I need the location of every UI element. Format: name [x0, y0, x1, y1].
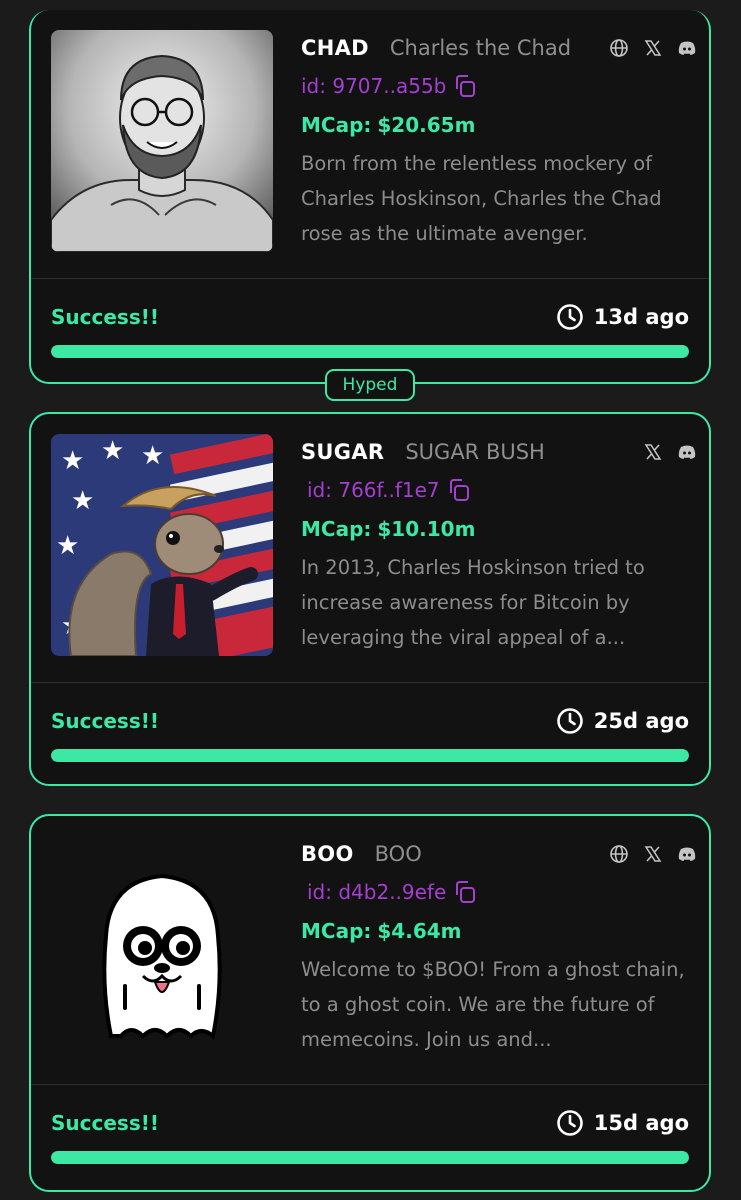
age-text: 13d ago — [593, 305, 689, 329]
token-description: Welcome to $BOO! From a ghost chain, to … — [301, 958, 685, 1051]
status-label: Success!! — [51, 305, 159, 329]
progress-bar — [51, 749, 689, 762]
svg-text:★: ★ — [141, 441, 164, 471]
mcap-value: $20.65m — [377, 113, 476, 137]
progress-fill — [51, 345, 689, 358]
token-ticker: SUGAR — [301, 440, 385, 464]
x-icon[interactable] — [643, 442, 663, 462]
globe-icon[interactable] — [609, 38, 629, 58]
social-links — [609, 38, 697, 58]
card-header: ★ ★ ★ ★ ★ ★ ★ — [31, 414, 709, 683]
token-name: Charles the Chad — [389, 36, 572, 60]
progress-bar — [51, 1151, 689, 1164]
status-label: Success!! — [51, 1111, 159, 1135]
discord-icon[interactable] — [677, 38, 697, 58]
clock-icon — [556, 303, 584, 331]
mcap-label: MCap: — [301, 113, 372, 137]
globe-icon[interactable] — [609, 844, 629, 864]
token-name: SUGAR BUSH — [405, 440, 545, 464]
social-links — [643, 442, 697, 462]
token-id-row: id: d4b2..9efe — [301, 877, 697, 907]
market-cap: MCap: $4.64m — [301, 916, 697, 946]
card-header: CHAD Charles the Chad id: 9707..a55b MCa… — [31, 10, 709, 279]
svg-text:★: ★ — [101, 436, 124, 466]
chad-portrait-image — [51, 30, 273, 252]
boo-ghost-image — [51, 836, 273, 1058]
token-id: id: d4b2..9efe — [307, 880, 447, 904]
x-icon[interactable] — [643, 844, 663, 864]
token-age: 13d ago — [556, 303, 689, 331]
token-feed: CHAD Charles the Chad id: 9707..a55b MCa… — [0, 0, 741, 1200]
progress-fill — [51, 749, 689, 762]
age-text: 15d ago — [593, 1111, 689, 1135]
title-row: CHAD Charles the Chad — [301, 30, 697, 66]
progress-bar — [51, 345, 689, 358]
token-info: CHAD Charles the Chad id: 9707..a55b MCa… — [301, 30, 697, 251]
token-image-chad[interactable] — [51, 30, 273, 252]
hyped-badge: Hyped — [325, 369, 415, 401]
discord-icon[interactable] — [677, 442, 697, 462]
svg-text:★: ★ — [71, 486, 94, 516]
token-id-row: id: 766f..f1e7 — [301, 475, 697, 505]
token-id: id: 9707..a55b — [301, 74, 447, 98]
clock-icon — [556, 707, 584, 735]
clock-icon — [556, 1109, 584, 1137]
mcap-label: MCap: — [301, 517, 372, 541]
social-links — [609, 844, 697, 864]
token-ticker: BOO — [301, 842, 354, 866]
token-image-boo[interactable] — [51, 836, 273, 1058]
svg-text:★: ★ — [61, 446, 84, 476]
token-description: In 2013, Charles Hoskinson tried to incr… — [301, 556, 645, 649]
svg-text:★: ★ — [56, 531, 79, 561]
token-info: BOO BOO id: d4b2..9efe MCap: $4.64m Welc… — [301, 836, 697, 1057]
copy-icon[interactable] — [446, 477, 472, 503]
x-icon[interactable] — [643, 38, 663, 58]
age-text: 25d ago — [593, 709, 689, 733]
title-row: BOO BOO — [301, 836, 697, 872]
status-label: Success!! — [51, 709, 159, 733]
token-card-sugar[interactable]: ★ ★ ★ ★ ★ ★ ★ — [29, 412, 711, 786]
token-card-chad[interactable]: CHAD Charles the Chad id: 9707..a55b MCa… — [29, 10, 711, 384]
card-footer: Success!! 15d ago — [31, 1085, 709, 1189]
copy-icon[interactable] — [452, 73, 478, 99]
token-id: id: 766f..f1e7 — [307, 478, 440, 502]
token-id-row: id: 9707..a55b — [301, 71, 697, 101]
mcap-value: $10.10m — [377, 517, 476, 541]
token-age: 15d ago — [556, 1109, 689, 1137]
card-footer: Success!! 13d ago — [31, 279, 709, 382]
token-name: BOO — [374, 842, 422, 866]
copy-icon[interactable] — [452, 879, 478, 905]
market-cap: MCap: $20.65m — [301, 110, 697, 140]
mcap-value: $4.64m — [377, 919, 462, 943]
token-description: Born from the relentless mockery of Char… — [301, 152, 662, 245]
progress-fill — [51, 1151, 689, 1164]
token-image-sugar[interactable]: ★ ★ ★ ★ ★ ★ ★ — [51, 434, 273, 656]
token-age: 25d ago — [556, 707, 689, 735]
mcap-label: MCap: — [301, 919, 372, 943]
card-footer: Success!! 25d ago — [31, 683, 709, 784]
token-info: SUGAR SUGAR BUSH id: 766f..f1e7 MCap: $1… — [301, 434, 697, 655]
token-ticker: CHAD — [301, 36, 369, 60]
market-cap: MCap: $10.10m — [301, 514, 697, 544]
card-header: BOO BOO id: d4b2..9efe MCap: $4.64m Welc… — [31, 816, 709, 1085]
title-row: SUGAR SUGAR BUSH — [301, 434, 697, 470]
discord-icon[interactable] — [677, 844, 697, 864]
token-card-boo[interactable]: BOO BOO id: d4b2..9efe MCap: $4.64m Welc… — [29, 814, 711, 1192]
sugar-squirrel-image: ★ ★ ★ ★ ★ ★ ★ — [51, 434, 273, 656]
